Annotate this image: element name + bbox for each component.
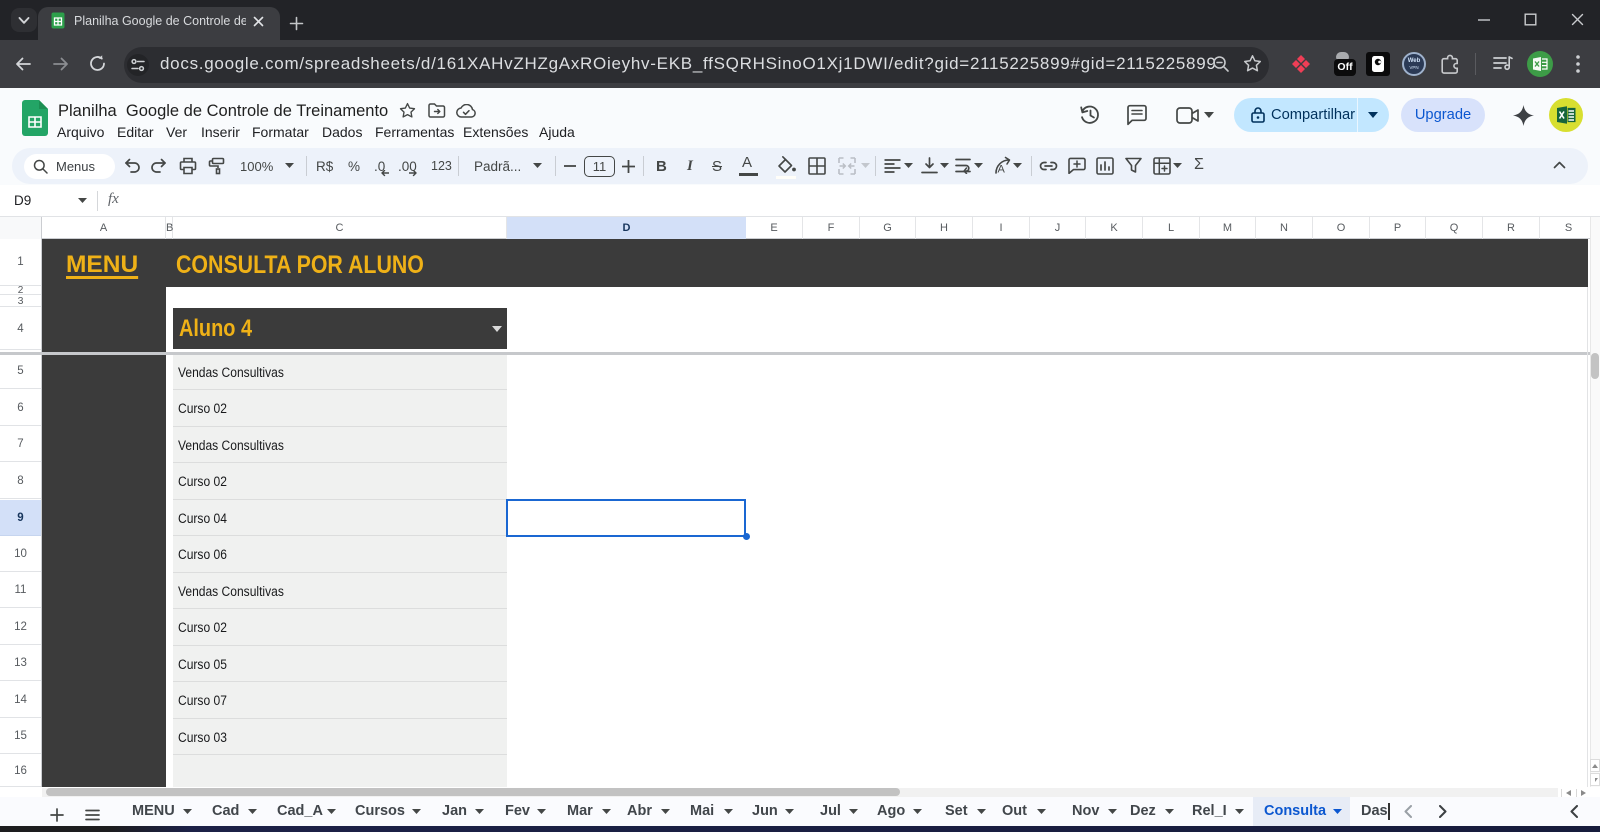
svg-text:A: A: [998, 164, 1006, 176]
